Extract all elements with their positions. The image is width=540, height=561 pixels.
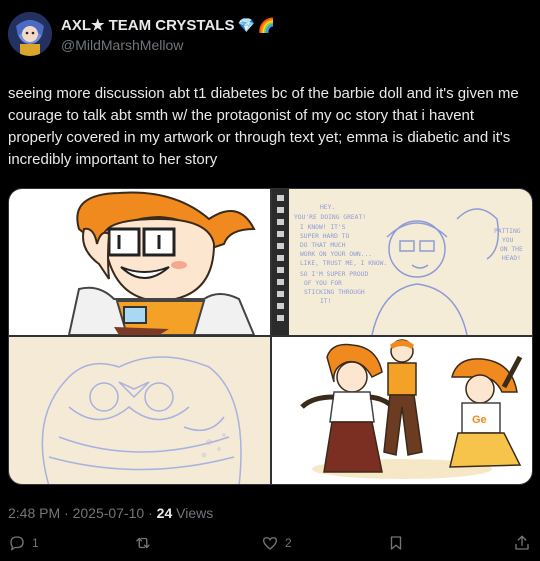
svg-text:Ge: Ge (472, 414, 487, 426)
media-image-1[interactable] (9, 189, 270, 335)
heart-icon (262, 537, 278, 550)
meta-separator: · (64, 505, 73, 521)
post-date[interactable]: 2025-07-10 (73, 505, 145, 521)
display-name[interactable]: AXL★ TEAM CRYSTALS (61, 16, 234, 34)
user-handle[interactable]: @MildMarshMellow (61, 37, 183, 53)
rainbow-emoji: 🌈 (257, 17, 276, 33)
reply-count: 1 (32, 536, 39, 550)
avatar[interactable] (8, 12, 52, 56)
comic-side-note: PATTING YOU ON THE HEAD! (494, 228, 527, 262)
media-image-3[interactable] (9, 337, 270, 484)
tweet-text: seeing more discussion abt t1 diabetes b… (8, 85, 519, 168)
repost-button[interactable] (134, 534, 158, 552)
repost-icon (136, 537, 150, 549)
like-button[interactable]: 2 (261, 534, 292, 552)
tweet-meta: 2:48 PM · 2025-07-10 · 24 Views (8, 505, 213, 521)
like-count: 2 (285, 536, 292, 550)
views-label: Views (176, 505, 214, 521)
action-bar: 1 2 (0, 530, 540, 561)
meta-separator: · (148, 505, 157, 521)
display-name-row[interactable]: AXL★ TEAM CRYSTALS 💎 🌈 (61, 16, 275, 34)
media-grid: HEY. YOU'RE DOING GREAT! I KNOW! IT'S SU… (8, 188, 533, 485)
share-icon (515, 535, 529, 550)
tweet-header: AXL★ TEAM CRYSTALS 💎 🌈 @MildMarshMellow (8, 12, 532, 58)
media-image-4[interactable]: Ge (272, 337, 532, 484)
bookmark-button[interactable] (387, 534, 405, 552)
reply-button[interactable]: 1 (8, 534, 39, 552)
share-button[interactable] (513, 534, 531, 552)
views-count: 24 (156, 505, 173, 521)
media-image-2[interactable]: HEY. YOU'RE DOING GREAT! I KNOW! IT'S SU… (272, 189, 532, 335)
post-time[interactable]: 2:48 PM (8, 505, 60, 521)
comic-speech-text: HEY. YOU'RE DOING GREAT! I KNOW! IT'S SU… (294, 204, 391, 305)
bookmark-icon (390, 536, 402, 550)
reply-icon (10, 536, 24, 551)
diamond-emoji: 💎 (237, 17, 255, 33)
